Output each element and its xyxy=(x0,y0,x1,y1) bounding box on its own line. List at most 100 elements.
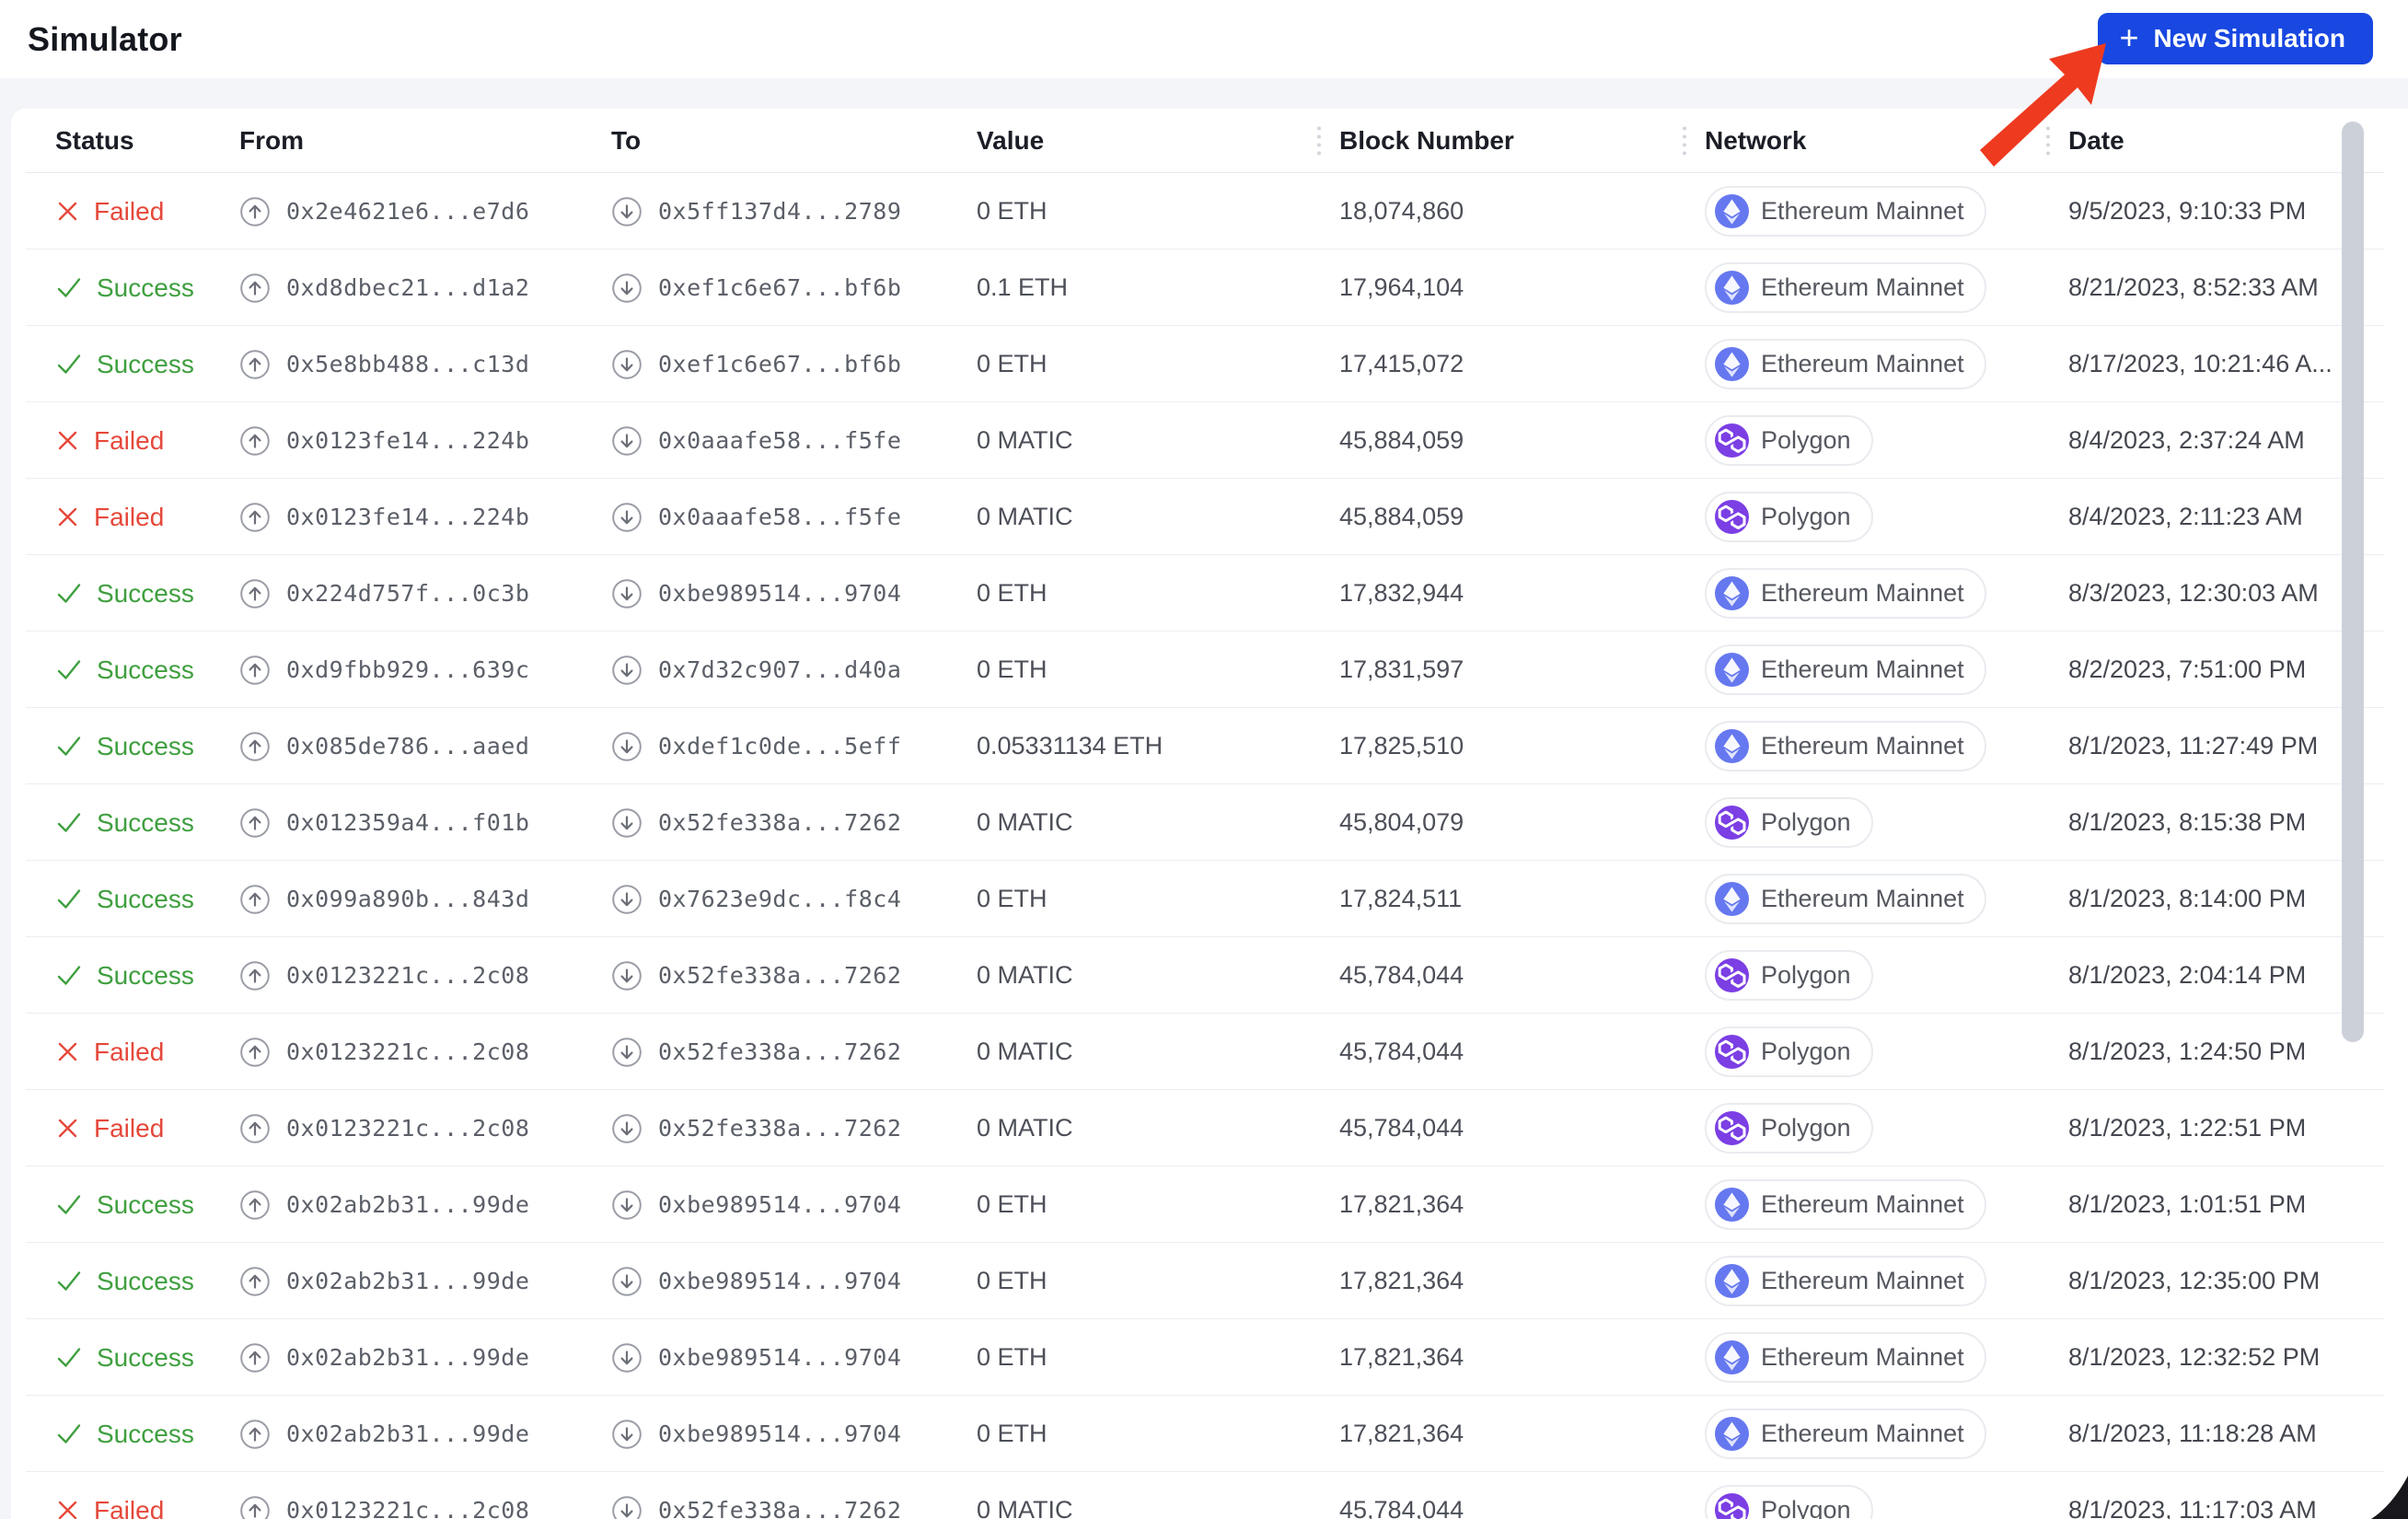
from-address[interactable]: 0x0123221c...2c08 xyxy=(286,1038,529,1065)
to-address[interactable]: 0xbe989514...9704 xyxy=(658,1420,901,1447)
status-cell: Success xyxy=(55,1267,239,1296)
to-cell: 0x52fe338a...7262 xyxy=(611,1037,977,1068)
simulation-row[interactable]: Failed 0x0123221c...2c08 0x52fe338a...72… xyxy=(11,1090,2408,1166)
network-label: Polygon xyxy=(1761,1038,1851,1065)
arrow-down-circle-icon xyxy=(611,1495,643,1519)
column-resize-handle-icon[interactable] xyxy=(1679,123,1690,159)
simulation-row[interactable]: Failed 0x2e4621e6...e7d6 0x5ff137d4...27… xyxy=(11,173,2408,249)
from-address[interactable]: 0x085de786...aaed xyxy=(286,733,529,760)
status-cell: Failed xyxy=(55,1114,239,1143)
block-number-cell: 45,804,079 xyxy=(1339,808,1464,836)
to-address[interactable]: 0x52fe338a...7262 xyxy=(658,962,901,989)
from-address[interactable]: 0x5e8bb488...c13d xyxy=(286,351,529,377)
new-simulation-button[interactable]: + New Simulation xyxy=(2097,13,2373,64)
check-icon xyxy=(55,1192,83,1217)
check-icon xyxy=(55,657,83,682)
from-address[interactable]: 0x02ab2b31...99de xyxy=(286,1191,529,1218)
check-icon xyxy=(55,734,83,759)
status-label: Success xyxy=(97,1266,194,1295)
to-address[interactable]: 0xbe989514...9704 xyxy=(658,1344,901,1371)
to-address[interactable]: 0x7623e9dc...f8c4 xyxy=(658,886,901,912)
ethereum-logo-icon xyxy=(1715,1417,1749,1451)
arrow-down-circle-icon xyxy=(611,655,643,686)
network-label: Ethereum Mainnet xyxy=(1761,732,1964,760)
status-cell: Success xyxy=(55,732,239,761)
simulation-row[interactable]: Success 0x012359a4...f01b 0x52fe338a...7… xyxy=(11,784,2408,861)
network-cell: Polygon xyxy=(1705,797,2068,848)
from-address[interactable]: 0x0123221c...2c08 xyxy=(286,1497,529,1519)
simulation-row[interactable]: Success 0x085de786...aaed 0xdef1c0de...5… xyxy=(11,708,2408,784)
from-address[interactable]: 0x2e4621e6...e7d6 xyxy=(286,198,529,225)
simulation-row[interactable]: Success 0x02ab2b31...99de 0xbe989514...9… xyxy=(11,1166,2408,1243)
block-number-cell: 45,884,059 xyxy=(1339,503,1464,530)
block-number-cell: 45,784,044 xyxy=(1339,1496,1464,1519)
block-number-cell: 45,784,044 xyxy=(1339,961,1464,989)
from-cell: 0x0123221c...2c08 xyxy=(239,1037,611,1068)
column-resize-handle-icon[interactable] xyxy=(2043,123,2054,159)
from-cell: 0xd8dbec21...d1a2 xyxy=(239,272,611,304)
value-cell: 0 ETH xyxy=(977,1267,1048,1294)
date-cell: 8/1/2023, 11:17:03 AM xyxy=(2068,1496,2317,1519)
network-cell: Polygon xyxy=(1705,415,2068,466)
to-address[interactable]: 0x7d32c907...d40a xyxy=(658,656,901,683)
from-address[interactable]: 0xd9fbb929...639c xyxy=(286,656,529,683)
from-address[interactable]: 0x012359a4...f01b xyxy=(286,809,529,836)
from-address[interactable]: 0x0123221c...2c08 xyxy=(286,1115,529,1142)
simulation-row[interactable]: Success 0xd9fbb929...639c 0x7d32c907...d… xyxy=(11,632,2408,708)
to-address[interactable]: 0x52fe338a...7262 xyxy=(658,809,901,836)
simulation-row[interactable]: Failed 0x0123221c...2c08 0x52fe338a...72… xyxy=(11,1014,2408,1090)
network-cell: Polygon xyxy=(1705,950,2068,1001)
to-address[interactable]: 0xdef1c0de...5eff xyxy=(658,733,901,760)
simulation-row[interactable]: Failed 0x0123fe14...224b 0x0aaafe58...f5… xyxy=(11,479,2408,555)
to-address[interactable]: 0xbe989514...9704 xyxy=(658,1191,901,1218)
network-cell: Ethereum Mainnet xyxy=(1705,262,2068,313)
date-cell: 8/1/2023, 12:35:00 PM xyxy=(2068,1267,2321,1294)
x-icon xyxy=(55,199,80,224)
status-cell: Failed xyxy=(55,197,239,226)
simulation-row[interactable]: Success 0x224d757f...0c3b 0xbe989514...9… xyxy=(11,555,2408,632)
polygon-logo-icon xyxy=(1715,806,1749,840)
to-address[interactable]: 0x0aaafe58...f5fe xyxy=(658,427,901,454)
to-address[interactable]: 0x52fe338a...7262 xyxy=(658,1115,901,1142)
simulation-row[interactable]: Success 0x02ab2b31...99de 0xbe989514...9… xyxy=(11,1396,2408,1472)
arrow-down-circle-icon xyxy=(611,578,643,609)
from-address[interactable]: 0x0123221c...2c08 xyxy=(286,962,529,989)
to-address[interactable]: 0xbe989514...9704 xyxy=(658,580,901,607)
from-address[interactable]: 0x02ab2b31...99de xyxy=(286,1268,529,1294)
to-address[interactable]: 0x52fe338a...7262 xyxy=(658,1497,901,1519)
to-address[interactable]: 0x52fe338a...7262 xyxy=(658,1038,901,1065)
to-address[interactable]: 0xef1c6e67...bf6b xyxy=(658,351,901,377)
to-address[interactable]: 0x0aaafe58...f5fe xyxy=(658,504,901,530)
from-address[interactable]: 0x0123fe14...224b xyxy=(286,504,529,530)
simulation-row[interactable]: Success 0x02ab2b31...99de 0xbe989514...9… xyxy=(11,1319,2408,1396)
value-cell: 0 MATIC xyxy=(977,1496,1073,1519)
simulation-row[interactable]: Failed 0x0123fe14...224b 0x0aaafe58...f5… xyxy=(11,402,2408,479)
simulation-row[interactable]: Success 0x099a890b...843d 0x7623e9dc...f… xyxy=(11,861,2408,937)
simulation-row[interactable]: Success 0xd8dbec21...d1a2 0xef1c6e67...b… xyxy=(11,249,2408,326)
from-address[interactable]: 0x224d757f...0c3b xyxy=(286,580,529,607)
vertical-scrollbar-thumb[interactable] xyxy=(2342,122,2364,1042)
to-address[interactable]: 0xbe989514...9704 xyxy=(658,1268,901,1294)
network-badge: Ethereum Mainnet xyxy=(1705,1256,1986,1306)
column-resize-handle-icon[interactable] xyxy=(1314,123,1325,159)
from-address[interactable]: 0x099a890b...843d xyxy=(286,886,529,912)
simulation-row[interactable]: Success 0x5e8bb488...c13d 0xef1c6e67...b… xyxy=(11,326,2408,402)
network-label: Ethereum Mainnet xyxy=(1761,350,1964,377)
from-address[interactable]: 0x02ab2b31...99de xyxy=(286,1344,529,1371)
status-label: Success xyxy=(97,578,194,608)
network-badge: Ethereum Mainnet xyxy=(1705,1179,1986,1230)
status-cell: Success xyxy=(55,1343,239,1373)
simulation-row[interactable]: Success 0x02ab2b31...99de 0xbe989514...9… xyxy=(11,1243,2408,1319)
network-cell: Ethereum Mainnet xyxy=(1705,874,2068,924)
from-address[interactable]: 0x02ab2b31...99de xyxy=(286,1420,529,1447)
to-address[interactable]: 0xef1c6e67...bf6b xyxy=(658,274,901,301)
value-cell: 0 ETH xyxy=(977,197,1048,225)
from-address[interactable]: 0x0123fe14...224b xyxy=(286,427,529,454)
simulation-row[interactable]: Success 0x0123221c...2c08 0x52fe338a...7… xyxy=(11,937,2408,1014)
value-cell: 0 MATIC xyxy=(977,1038,1073,1065)
block-number-cell: 17,821,364 xyxy=(1339,1190,1464,1218)
ethereum-logo-icon xyxy=(1715,271,1749,305)
simulation-row[interactable]: Failed 0x0123221c...2c08 0x52fe338a...72… xyxy=(11,1472,2408,1519)
to-address[interactable]: 0x5ff137d4...2789 xyxy=(658,198,901,225)
from-address[interactable]: 0xd8dbec21...d1a2 xyxy=(286,274,529,301)
